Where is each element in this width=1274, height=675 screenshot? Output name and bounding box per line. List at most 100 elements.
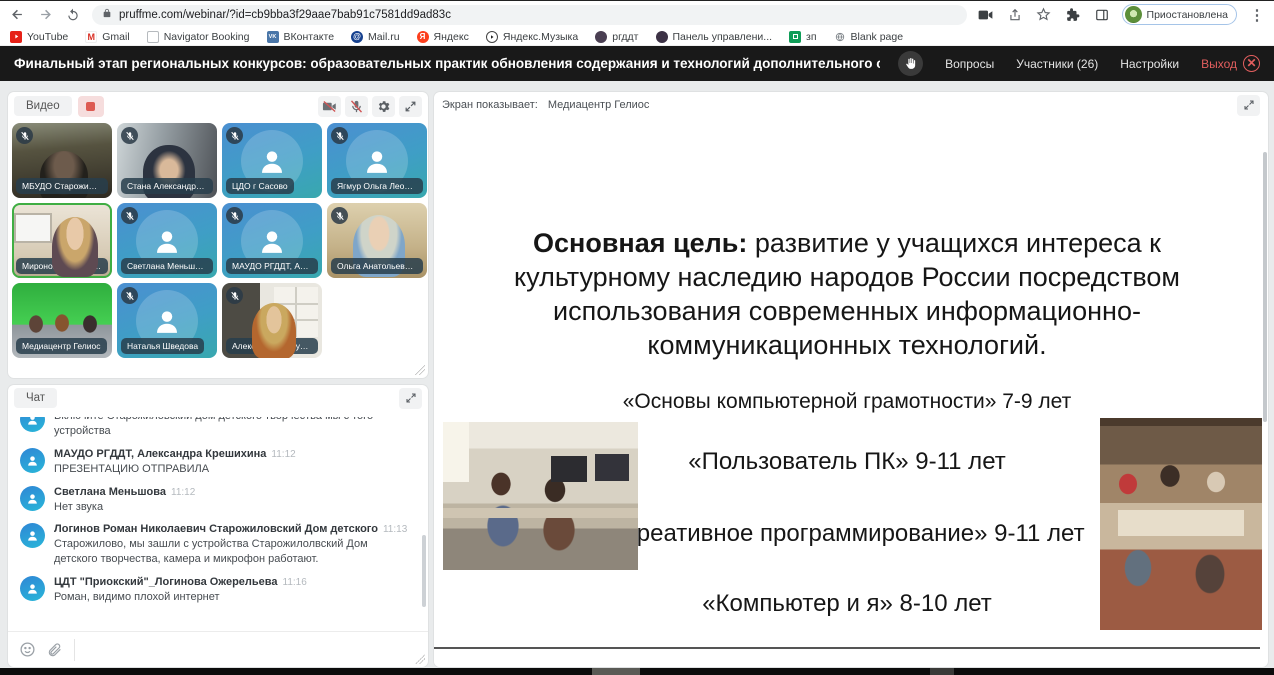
bookmark-label: ВКонтакте [284,31,335,43]
bookmark-label: Blank page [851,31,904,43]
expand-video-icon[interactable] [399,96,422,117]
chat-text: Роман, видимо плохой интернет [54,590,412,605]
raise-hand-button[interactable] [898,51,923,76]
video-tile[interactable]: МАУДО РГДДТ, Алекс... [222,203,322,278]
chat-avatar-icon [20,417,45,432]
share-icon[interactable] [1006,6,1024,24]
chat-text: Старожилово, мы зашли с устройства Старо… [54,537,412,567]
expand-screen-icon[interactable] [1237,95,1260,116]
mic-muted-icon [226,127,243,144]
attach-icon[interactable] [46,641,64,659]
forward-icon[interactable] [36,6,54,24]
bookmarks-bar: YouTube MGmail Navigator Booking VKВКонтакт… [0,28,1274,46]
settings-gear-icon[interactable] [372,96,395,117]
chat-message: Светлана Меньшова11:12Нет звука [20,486,412,515]
lock-icon [102,6,112,24]
exit-button[interactable]: Выход ✕ [1201,55,1260,72]
video-tile[interactable]: Стана Александровн... [117,123,217,198]
back-icon[interactable] [8,6,26,24]
camera-off-button[interactable] [318,96,341,117]
video-tab-button[interactable]: Видео [14,96,72,116]
chat-resize-handle[interactable] [415,654,425,664]
chat-text: Нет звука [54,500,412,515]
chat-tab-button[interactable]: Чат [14,388,57,408]
screen-share-scrollbar[interactable] [1263,152,1267,422]
slide-photo-classroom [443,422,638,570]
participant-name: Ольга Анатольевна Х... [331,258,423,274]
participant-name: МАУДО РГДДТ, Алекс... [226,258,318,274]
expand-chat-icon[interactable] [399,388,422,409]
bookmark-item[interactable]: MGmail [85,31,129,43]
profile-pill[interactable]: Приостановлена [1122,4,1237,25]
browser-toolbar: pruffme.com/webinar/?id=cb9bba3f29aae7ba… [0,0,1274,28]
reload-icon[interactable] [64,6,82,24]
slide-bottom-rule [434,647,1260,649]
camera-indicator-icon[interactable] [977,6,995,24]
menu-participants[interactable]: Участники (26) [1016,57,1098,71]
video-tile[interactable]: Александра Бакулин... [222,283,322,358]
chat-message-list[interactable]: Включите Старожиловский дом детского тво… [8,417,422,612]
globe-icon [834,31,846,43]
video-tile[interactable]: МБУДО Старожиловс... [12,123,112,198]
chat-author: Светлана Меньшова [54,486,166,498]
chat-message: Логинов Роман Николаевич Старожиловский … [20,523,412,567]
video-tile[interactable]: Медиацентр Гелиос [12,283,112,358]
chat-panel: Чат Включите Старожиловский дом детского… [8,385,428,667]
bookmark-item[interactable]: YouTube [10,31,68,43]
bookmark-label: Mail.ru [368,31,400,43]
slide-title-bold: Основная цель: [533,228,747,258]
menu-settings[interactable]: Настройки [1120,57,1179,71]
chat-text: Включите Старожиловский дом детского тво… [54,417,412,439]
record-square-icon [86,102,95,111]
mic-muted-icon [331,127,348,144]
bookmark-item[interactable]: Яндекс.Музыка [486,31,578,43]
divider [74,639,75,661]
chat-timestamp: 11:16 [283,577,307,588]
exit-label: Выход [1201,57,1237,71]
menu-questions[interactable]: Вопросы [945,57,994,71]
chat-timestamp: 11:13 [383,524,407,535]
mic-off-button[interactable] [345,96,368,117]
avatar [1125,6,1142,23]
video-tile[interactable]: Наталья Шведова [117,283,217,358]
youtube-icon [10,31,22,43]
bookmark-item[interactable]: @Mail.ru [351,31,400,43]
bookmark-label: Яндекс [434,31,469,43]
record-button[interactable] [78,96,104,117]
slide-line-2: «Пользователь ПК» 9-11 лет [688,448,1005,476]
bookmark-item[interactable]: Blank page [834,31,904,43]
extensions-icon[interactable] [1064,6,1082,24]
emoji-icon[interactable] [18,641,36,659]
video-tile[interactable]: Светлана Меньшова [117,203,217,278]
side-panel-icon[interactable] [1093,6,1111,24]
bookmark-item[interactable]: VKВКонтакте [267,31,335,43]
chat-message: ЦДТ "Приокский"_Логинова Ожерельева11:16… [20,576,412,605]
chat-text: ПРЕЗЕНТАЦИЮ ОТПРАВИЛА [54,462,412,477]
video-tile[interactable]: Ягмур Ольга Леонид... [327,123,427,198]
video-resize-handle[interactable] [415,365,425,375]
participant-name: Светлана Меньшова [121,258,213,274]
bookmark-item[interactable]: ЯЯндекс [417,31,469,43]
mic-muted-icon [121,287,138,304]
url-bar[interactable]: pruffme.com/webinar/?id=cb9bba3f29aae7ba… [92,5,967,25]
play-icon [486,31,498,43]
screen-share-panel: Экран показывает: Медиацентр Гелиос Осно… [434,92,1268,667]
bookmark-label: зп [806,31,817,43]
chat-message-input[interactable] [85,632,418,667]
bookmark-item[interactable]: ргддт [595,31,638,43]
video-tile[interactable]: Миронова Нина Викт... [12,203,112,278]
chat-avatar-icon [20,523,45,548]
gmail-icon: M [85,31,97,43]
video-tile[interactable]: ЦДО г Сасово [222,123,322,198]
menu-dots-icon[interactable]: ⋮ [1248,6,1266,24]
url-text: pruffme.com/webinar/?id=cb9bba3f29aae7ba… [119,9,451,21]
video-grid: МБУДО Старожиловс...Стана Александровн..… [12,123,424,358]
chat-scrollbar[interactable] [422,535,426,607]
bookmark-item[interactable]: Панель управлени... [656,31,773,43]
bookmark-star-icon[interactable] [1035,6,1053,24]
video-tile[interactable]: Ольга Анатольевна Х... [327,203,427,278]
bookmark-item[interactable]: Navigator Booking [147,31,250,43]
bookmark-item[interactable]: зп [789,31,817,43]
chat-avatar-icon [20,576,45,601]
webinar-title: Финальный этап региональных конкурсов: о… [14,56,880,71]
